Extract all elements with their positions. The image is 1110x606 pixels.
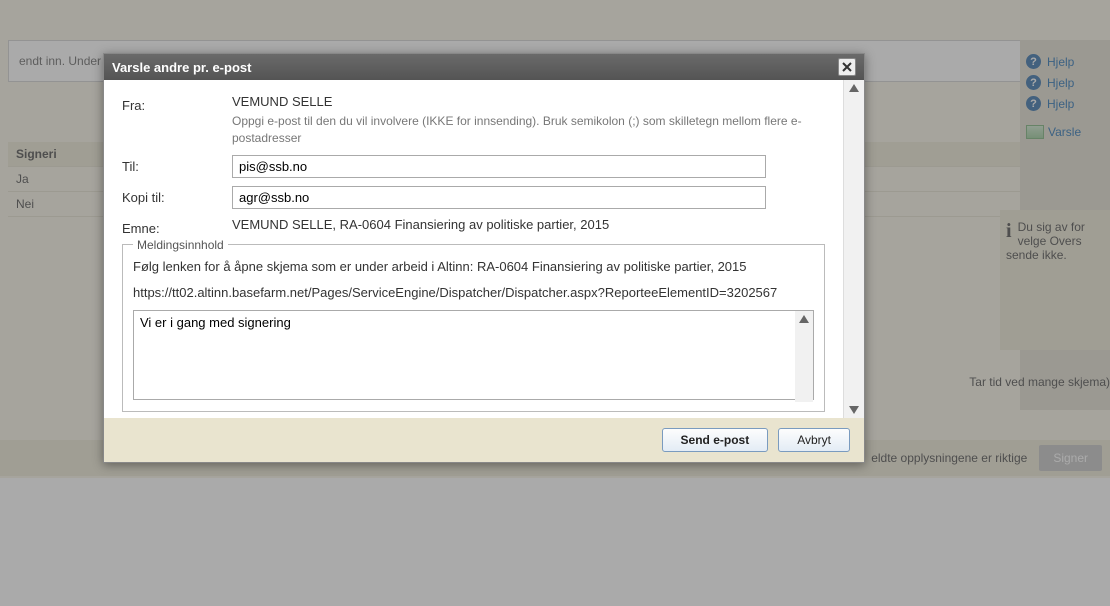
cancel-button[interactable]: Avbryt	[778, 428, 850, 452]
close-icon	[842, 62, 852, 72]
from-label: Fra:	[122, 94, 232, 113]
from-helper: Oppgi e-post til den du vil involvere (I…	[232, 113, 822, 147]
subject-label: Emne:	[122, 217, 232, 236]
chevron-up-icon	[799, 315, 809, 323]
fieldset-legend: Meldingsinnhold	[133, 238, 228, 252]
cc-input[interactable]	[232, 186, 766, 209]
message-url-text: https://tt02.altinn.basefarm.net/Pages/S…	[133, 284, 814, 302]
close-button[interactable]	[838, 58, 856, 76]
cc-label: Kopi til:	[122, 186, 232, 205]
subject-value: VEMUND SELLE, RA-0604 Finansiering av po…	[232, 217, 609, 232]
send-email-button[interactable]: Send e-post	[662, 428, 769, 452]
chevron-down-icon	[849, 406, 859, 414]
to-label: Til:	[122, 155, 232, 174]
message-body-input[interactable]	[133, 310, 814, 400]
modal-scrollbar[interactable]	[843, 80, 864, 418]
modal-footer: Send e-post Avbryt	[104, 418, 864, 462]
modal-titlebar: Varsle andre pr. e-post	[104, 54, 864, 80]
message-fieldset: Meldingsinnhold Følg lenken for å åpne s…	[122, 244, 825, 412]
from-value: VEMUND SELLE	[232, 94, 825, 109]
modal-title: Varsle andre pr. e-post	[112, 60, 251, 75]
textarea-scrollbar[interactable]	[795, 311, 813, 402]
to-input[interactable]	[232, 155, 766, 178]
modal-content: Fra: VEMUND SELLE Oppgi e-post til den d…	[104, 80, 843, 418]
message-link-text: Følg lenken for å åpne skjema som er und…	[133, 258, 814, 276]
email-modal: Varsle andre pr. e-post Fra: VEMUND SELL…	[103, 53, 865, 463]
chevron-up-icon	[849, 84, 859, 92]
